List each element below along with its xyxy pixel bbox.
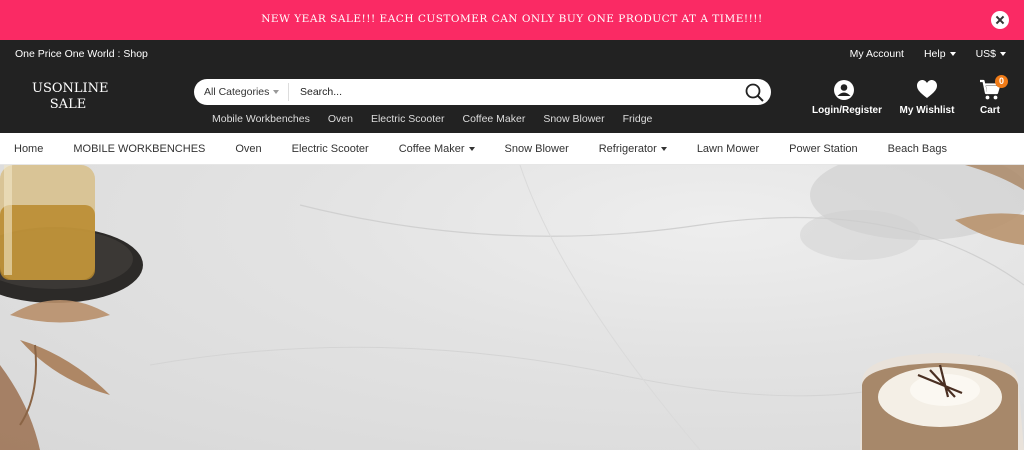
currency-label: US$: [975, 48, 996, 60]
slogan: One Price One World : Shop: [15, 48, 148, 60]
cart-count-badge: 0: [995, 75, 1008, 88]
quick-links: Mobile Workbenches Oven Electric Scooter…: [212, 113, 652, 125]
nav-item-home[interactable]: Home: [14, 143, 43, 155]
chevron-down-icon: [273, 90, 280, 94]
chevron-down-icon: [660, 146, 667, 151]
search-bar: All Categories: [194, 79, 771, 105]
quick-link[interactable]: Mobile Workbenches: [212, 113, 310, 125]
currency-dropdown[interactable]: US$: [976, 48, 1006, 60]
chevron-down-icon: [949, 52, 956, 56]
nav-item-power-station[interactable]: Power Station: [789, 143, 857, 155]
nav-item-mobile-workbenches[interactable]: MOBILE WORKBENCHES: [73, 143, 205, 155]
wishlist-label: My Wishlist: [899, 105, 955, 116]
main-header: USONLINE SALE All Categories Mobile Work…: [0, 67, 1024, 133]
heart-icon: [898, 79, 956, 101]
nav-item-beach-bags[interactable]: Beach Bags: [888, 143, 947, 155]
top-bar-links: My Account Help US$: [850, 48, 1006, 60]
cart-button[interactable]: 0 Cart: [974, 75, 1008, 116]
nav-item-snow-blower[interactable]: Snow Blower: [505, 143, 569, 155]
hero-image: [0, 165, 1024, 450]
main-nav: Home MOBILE WORKBENCHES Oven Electric Sc…: [0, 133, 1024, 165]
quick-link[interactable]: Oven: [328, 113, 353, 125]
hero-banner[interactable]: [0, 165, 1024, 450]
quick-link[interactable]: Electric Scooter: [371, 113, 445, 125]
top-bar: One Price One World : Shop My Account He…: [0, 40, 1024, 67]
nav-item-electric-scooter[interactable]: Electric Scooter: [292, 143, 369, 155]
logo-line-1: USONLINE: [32, 81, 109, 96]
search-input[interactable]: [300, 81, 741, 103]
nav-label: Refrigerator: [598, 142, 657, 155]
promo-text: NEW YEAR SALE!!! EACH CUSTOMER CAN ONLY …: [261, 13, 763, 25]
logo[interactable]: USONLINE SALE: [32, 81, 109, 113]
promo-banner: NEW YEAR SALE!!! EACH CUSTOMER CAN ONLY …: [0, 0, 1024, 40]
wishlist-button[interactable]: My Wishlist: [898, 79, 956, 116]
login-register-button[interactable]: Login/Register: [812, 79, 882, 116]
login-label: Login/Register: [812, 105, 883, 116]
search-icon: [745, 83, 764, 102]
nav-item-oven[interactable]: Oven: [235, 143, 261, 155]
nav-item-refrigerator[interactable]: Refrigerator: [599, 143, 667, 155]
user-icon: [812, 79, 876, 101]
cart-icon: 0: [974, 75, 1008, 101]
help-dropdown[interactable]: Help: [924, 48, 956, 60]
help-label: Help: [923, 48, 946, 60]
nav-label: Coffee Maker: [398, 142, 465, 155]
chevron-down-icon: [468, 146, 475, 151]
quick-link[interactable]: Coffee Maker: [463, 113, 526, 125]
chevron-down-icon: [1000, 52, 1006, 56]
quick-link[interactable]: Fridge: [623, 113, 653, 125]
close-icon[interactable]: [991, 11, 1009, 29]
category-select[interactable]: All Categories: [194, 83, 289, 101]
logo-line-2: SALE: [49, 97, 87, 112]
category-label: All Categories: [204, 86, 270, 98]
search-button[interactable]: [741, 79, 771, 105]
nav-item-coffee-maker[interactable]: Coffee Maker: [399, 143, 475, 155]
cart-label: Cart: [979, 105, 1000, 116]
nav-item-lawn-mower[interactable]: Lawn Mower: [697, 143, 759, 155]
quick-link[interactable]: Snow Blower: [543, 113, 604, 125]
my-account-link[interactable]: My Account: [850, 48, 904, 60]
